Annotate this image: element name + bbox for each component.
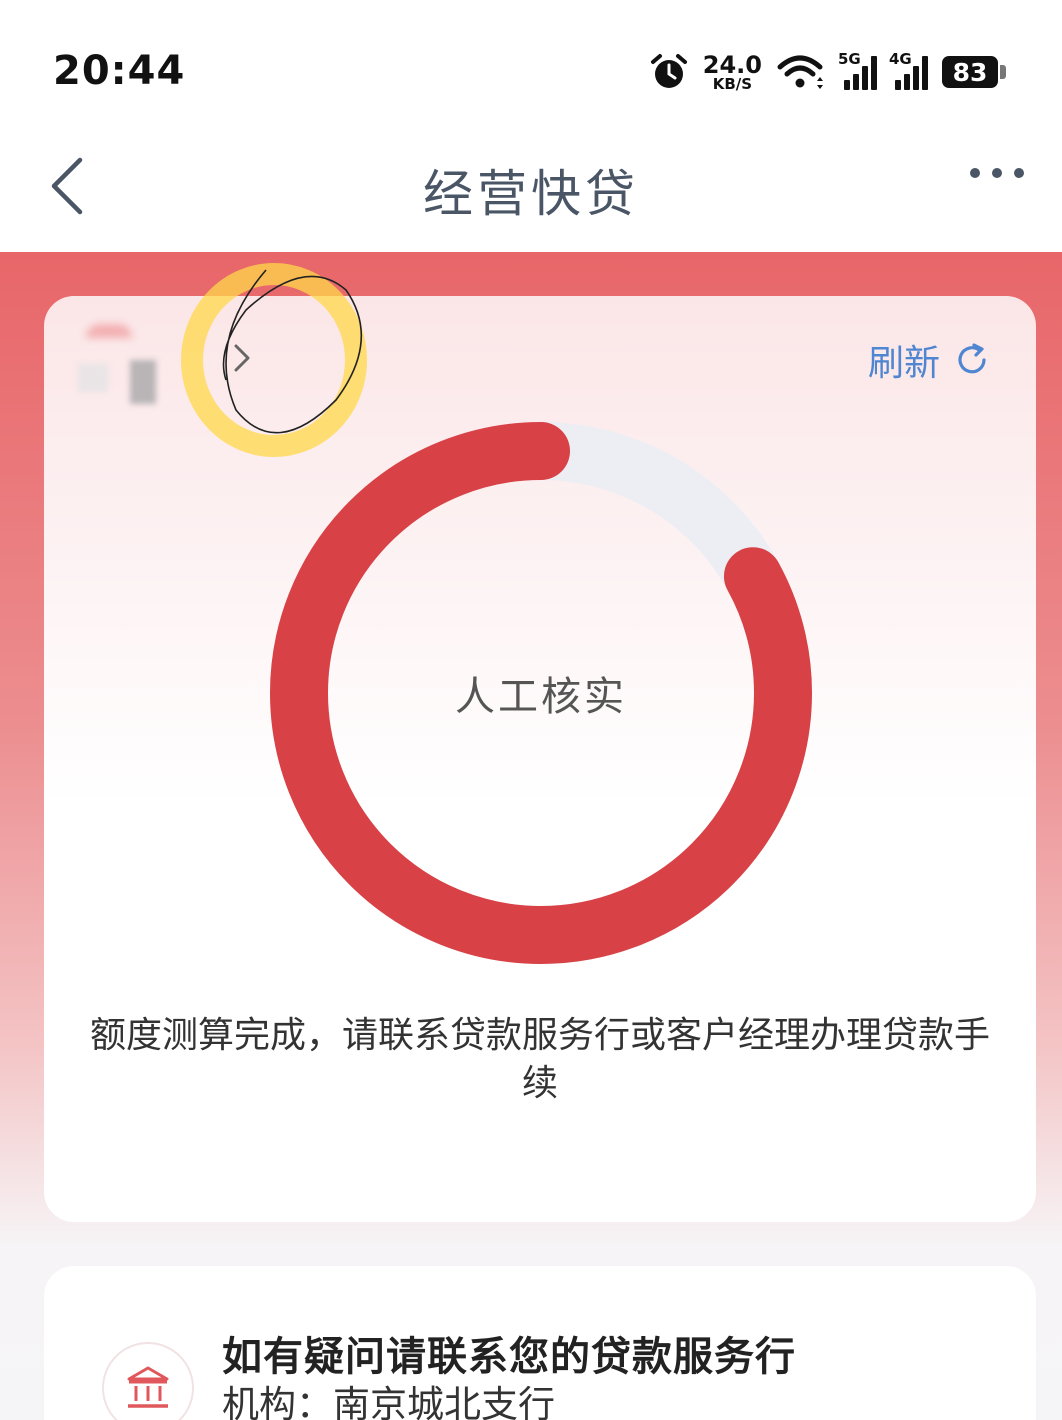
page-title: 经营快贷 xyxy=(423,165,639,223)
signal-5g-label: 5G xyxy=(838,50,861,68)
battery-cap xyxy=(1000,65,1006,79)
bank-icon-badge xyxy=(102,1342,194,1420)
status-bar: 20:44 24.0 KB/S 5G 4G 83 xyxy=(0,0,1062,130)
branch-org-label: 机构： xyxy=(222,1383,333,1420)
chevron-right-icon[interactable] xyxy=(230,342,254,374)
blurred-account-avatar xyxy=(78,324,168,424)
refresh-icon xyxy=(958,343,986,374)
signal-4g-label: 4G xyxy=(889,50,912,68)
branch-org: 机构：南京城北支行 xyxy=(222,1374,555,1420)
battery-level: 83 xyxy=(942,56,998,88)
contact-branch-card[interactable]: 如有疑问请联系您的贷款服务行 机构：南京城北支行 xyxy=(44,1266,1036,1420)
alarm-icon xyxy=(650,54,687,88)
net-speed-unit: KB/S xyxy=(712,74,753,93)
navigation-bar: 经营快贷 xyxy=(0,130,1062,252)
status-icons: 24.0 KB/S 5G 4G 83 xyxy=(649,50,1006,94)
net-speed-value: 24.0 xyxy=(702,50,762,79)
signal-4g: 4G xyxy=(889,50,928,90)
loan-status-card: 刷新 人工核实 额度测算完成，请联系贷款服务行或客户经理办理贷款手续 xyxy=(44,263,1036,1222)
wifi-icon xyxy=(777,55,823,89)
signal-5g: 5G xyxy=(838,50,877,90)
progress-status-text: 人工核实 xyxy=(455,674,627,720)
branch-org-value: 南京城北支行 xyxy=(333,1383,555,1420)
status-time: 20:44 xyxy=(53,48,186,94)
result-message: 额度测算完成，请联系贷款服务行或客户经理办理贷款手续 xyxy=(89,1015,990,1104)
refresh-label: 刷新 xyxy=(867,343,940,384)
progress-ring: 人工核实 xyxy=(268,420,814,966)
refresh-button[interactable]: 刷新 xyxy=(868,334,990,386)
net-speed: 24.0 KB/S xyxy=(703,53,762,92)
battery-indicator: 83 xyxy=(942,56,1006,88)
more-menu-icon[interactable] xyxy=(970,168,1024,178)
app-screen: 20:44 24.0 KB/S 5G 4G 83 经营快贷 刷新 人工核实 额度… xyxy=(0,0,1062,1420)
bank-icon xyxy=(127,1366,169,1408)
